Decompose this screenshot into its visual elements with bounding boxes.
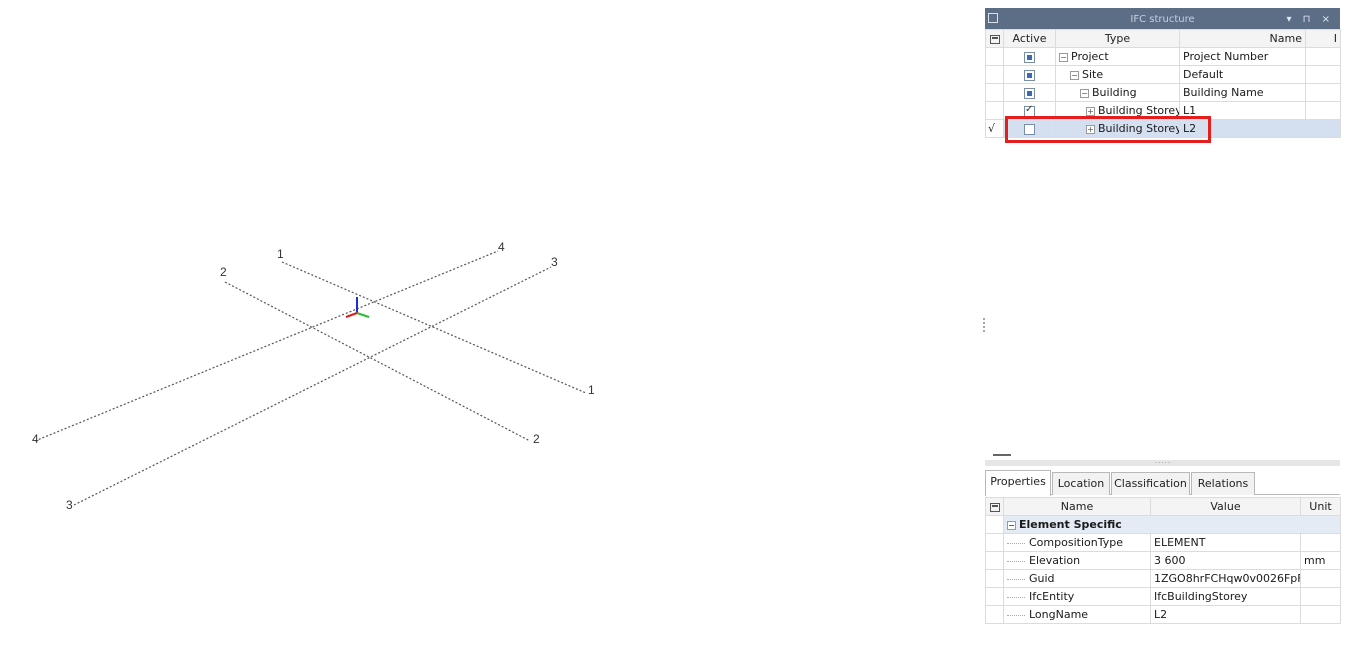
ifc-structure-title: IFC structure (1130, 14, 1195, 25)
collapse-icon[interactable]: − (1059, 52, 1068, 62)
pin-icon[interactable]: ▾ ⊓ × (1286, 8, 1334, 29)
property-unit (1300, 587, 1341, 606)
grid-line-1[interactable] (281, 261, 587, 394)
grid-canvas[interactable]: 1 1 2 2 3 3 4 4 (0, 0, 975, 645)
active-checkbox[interactable] (1024, 87, 1035, 99)
property-value[interactable]: L2 (1150, 605, 1301, 624)
tree-name: Project Number (1179, 47, 1306, 66)
grid-label-2-start: 2 (220, 265, 227, 279)
collapse-icon[interactable]: − (1070, 70, 1079, 80)
property-name: Elevation (1029, 554, 1081, 567)
column-header-extra[interactable]: I (1305, 29, 1341, 48)
property-name: LongName (1029, 608, 1089, 621)
3d-viewport[interactable]: 1 1 2 2 3 3 4 4 (0, 0, 975, 645)
grid-label-4-end: 4 (498, 240, 505, 254)
column-header-type[interactable]: Type (1055, 29, 1180, 48)
tree-type: Site (1082, 68, 1104, 81)
property-name: CompositionType (1029, 536, 1123, 549)
splitter-grip-icon: ····· (1155, 459, 1172, 467)
property-row[interactable]: Elevation 3 600 mm (985, 551, 1341, 570)
row-marker: √ (985, 119, 1004, 138)
tree-row-project[interactable]: − Project Project Number (985, 47, 1341, 66)
tab-location[interactable]: Location (1052, 472, 1110, 495)
property-row[interactable]: LongName L2 (985, 605, 1341, 624)
property-group-label: Element Specific (1019, 518, 1122, 531)
selection-highlight-box (1005, 116, 1211, 143)
collapse-icon[interactable]: − (1080, 88, 1089, 98)
minimize-icon[interactable] (993, 454, 1011, 456)
active-checkbox[interactable] (1024, 104, 1035, 117)
column-chooser-icon[interactable] (985, 29, 1004, 48)
grid-line-3[interactable] (73, 266, 552, 506)
tree-name: Building Name (1179, 83, 1306, 102)
column-header-unit[interactable]: Unit (1300, 497, 1341, 516)
column-header-active[interactable]: Active (1003, 29, 1056, 48)
tree-name: Default (1179, 65, 1306, 84)
tab-properties[interactable]: Properties (985, 470, 1051, 496)
axis-gizmo (345, 297, 370, 318)
property-row[interactable]: Guid 1ZGO8hrFCHqw0v0026FpFv (985, 569, 1341, 588)
property-value[interactable]: 1ZGO8hrFCHqw0v0026FpFv (1150, 569, 1301, 588)
tab-classification[interactable]: Classification (1111, 472, 1190, 495)
active-checkbox[interactable] (1024, 69, 1035, 81)
property-value[interactable]: IfcBuildingStorey (1150, 587, 1301, 606)
property-name: Guid (1029, 572, 1055, 585)
property-unit: mm (1300, 551, 1341, 570)
properties-tabs: Properties Location Classification Relat… (985, 470, 1340, 496)
ifc-structure-titlebar[interactable]: IFC structure ▾ ⊓ × (985, 8, 1340, 29)
grid-label-1-start: 1 (277, 247, 284, 261)
grid-line-4[interactable] (34, 250, 499, 442)
column-header-value[interactable]: Value (1150, 497, 1301, 516)
property-row[interactable]: IfcEntity IfcBuildingStorey (985, 587, 1341, 606)
column-header-name[interactable]: Name (1179, 29, 1306, 48)
collapse-icon[interactable]: − (1007, 520, 1016, 530)
panel-menu-icon[interactable] (988, 13, 998, 23)
ifc-structure-panel: IFC structure ▾ ⊓ × Active Type Name I −… (985, 8, 1341, 624)
property-group-row[interactable]: − Element Specific (985, 515, 1341, 534)
grid-label-1-end: 1 (588, 383, 595, 397)
grid-label-3-start: 3 (66, 498, 73, 512)
property-unit (1300, 569, 1341, 588)
column-chooser-icon[interactable] (985, 497, 1004, 516)
property-row[interactable]: CompositionType ELEMENT (985, 533, 1341, 552)
property-unit (1300, 533, 1341, 552)
column-header-name[interactable]: Name (1003, 497, 1151, 516)
property-value[interactable]: ELEMENT (1150, 533, 1301, 552)
grid-label-3-end: 3 (551, 255, 558, 269)
property-unit (1300, 605, 1341, 624)
tree-type: Project (1071, 50, 1109, 63)
grid-label-4-start: 4 (32, 432, 39, 446)
grid-line-2[interactable] (224, 281, 531, 442)
active-checkbox[interactable] (1024, 51, 1035, 63)
expand-icon[interactable]: + (1086, 106, 1095, 116)
tab-relations[interactable]: Relations (1191, 472, 1255, 495)
tree-row-building[interactable]: − Building Building Name (985, 83, 1341, 102)
properties-table: Name Value Unit − Element Specific Compos… (985, 497, 1341, 624)
tree-type: Building (1092, 86, 1137, 99)
tree-row-site[interactable]: − Site Default (985, 65, 1341, 84)
property-name: IfcEntity (1029, 590, 1075, 603)
property-value[interactable]: 3 600 (1150, 551, 1301, 570)
grid-label-2-end: 2 (533, 432, 540, 446)
